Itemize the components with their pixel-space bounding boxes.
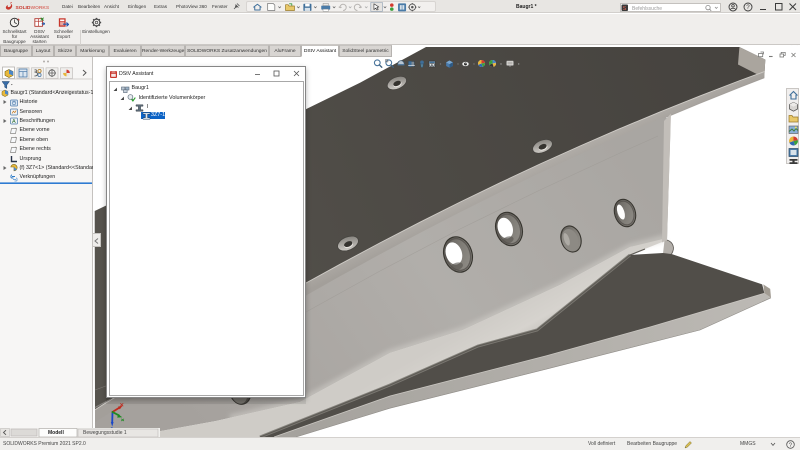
svg-text:SOLIDWORKS: SOLIDWORKS [16,5,50,11]
svg-text:Befehlssuche: Befehlssuche [632,5,662,11]
svg-text:?: ? [746,4,750,11]
svg-text:S: S [623,6,627,12]
svg-text:A: A [12,119,16,125]
